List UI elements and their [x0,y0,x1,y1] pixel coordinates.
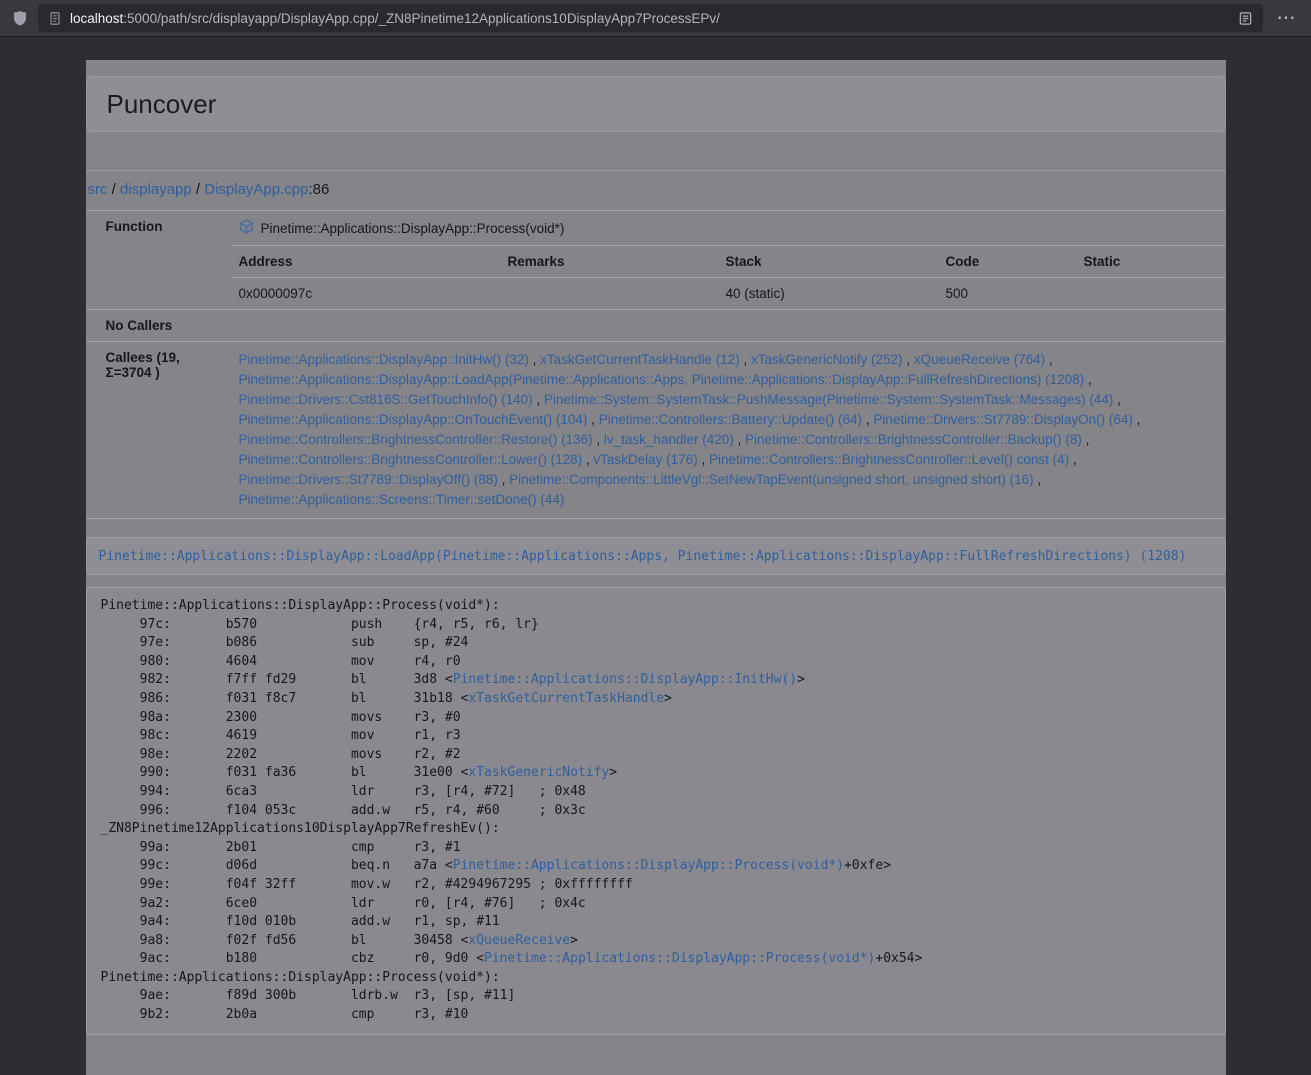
asm-line: 97c: b570 push {r4, r5, r6, lr} [101,616,1211,635]
callees-list: Pinetime::Applications::DisplayApp::Init… [231,342,1226,518]
breadcrumb: src / displayapp / DisplayApp.cpp:86 [86,181,1226,198]
cell-value: 40 (static) [718,278,938,309]
breadcrumb-link[interactable]: displayapp [120,181,192,198]
page-title: Puncover [107,90,1205,118]
asm-line: Pinetime::Applications::DisplayApp::Proc… [101,969,1211,988]
function-table: Function Pinetime::Applications::Display… [86,210,1226,519]
asm-line: 99a: 2b01 cmp r3, #1 [101,839,1211,858]
cell-value: 500 [938,278,1076,309]
column-header: Stack [718,246,938,277]
no-callers-row: No Callers [86,309,1226,341]
cell-value [500,278,718,309]
empty-label [86,245,231,309]
overflow-menu-icon[interactable]: ⋯ [1273,9,1299,28]
address-table-header: AddressRemarksStackCodeStatic [231,245,1226,277]
breadcrumb-link[interactable]: src [88,181,108,198]
code-symbol-link[interactable]: Pinetime::Applications::DisplayApp::Init… [453,672,797,687]
function-row-label: Function [86,211,231,245]
asm-line: 98c: 4619 mov r1, r3 [101,727,1211,746]
callees-row: Callees (19, Σ=3704 ) Pinetime::Applicat… [86,341,1226,518]
callee-link[interactable]: Pinetime::Controllers::BrightnessControl… [745,432,1082,447]
url-host: localhost [70,11,123,26]
callee-link[interactable]: xQueueReceive (764) [914,352,1045,367]
breadcrumb-link[interactable]: DisplayApp.cpp [204,181,308,198]
asm-line: 98a: 2300 movs r3, #0 [101,709,1211,728]
content-container: Puncover src / displayapp / DisplayApp.c… [86,60,1226,1075]
page-background: Puncover src / displayapp / DisplayApp.c… [0,60,1311,1021]
callee-link[interactable]: Pinetime::Applications::DisplayApp::Init… [239,352,529,367]
callee-link[interactable]: xTaskGetCurrentTaskHandle (12) [540,352,740,367]
asm-line: 98e: 2202 movs r2, #2 [101,746,1211,765]
column-header: Remarks [500,246,718,277]
code-symbol-link[interactable]: xTaskGetCurrentTaskHandle [468,691,664,706]
url-path: :5000/path/src/displayapp/DisplayApp.cpp… [123,11,720,26]
asm-line: 9b2: 2b0a cmp r3, #10 [101,1006,1211,1025]
column-header: Address [231,246,500,277]
callee-link[interactable]: Pinetime::Drivers::St7789::DisplayOff() … [239,472,498,487]
no-callers-label: No Callers [86,310,231,341]
callee-link[interactable]: xTaskGenericNotify (252) [751,352,903,367]
code-symbol-link[interactable]: xQueueReceive [468,933,570,948]
symbol-panel-link[interactable]: Pinetime::Applications::DisplayApp::Load… [99,549,1187,564]
asm-line: 97e: b086 sub sp, #24 [101,634,1211,653]
callee-link[interactable]: Pinetime::Applications::Screens::Timer::… [239,492,565,507]
divider [86,170,1226,171]
breadcrumb-line-number: :86 [308,181,329,198]
asm-line: 99e: f04f 32ff mov.w r2, #4294967295 ; 0… [101,876,1211,895]
no-callers-cell [231,310,1226,341]
code-symbol-link[interactable]: Pinetime::Applications::DisplayApp::Proc… [484,951,875,966]
callee-link[interactable]: Pinetime::Controllers::Battery::Update()… [599,412,862,427]
asm-line: 9ac: b180 cbz r0, 9d0 <Pinetime::Applica… [101,950,1211,969]
callee-link[interactable]: Pinetime::Drivers::Cst816S::GetTouchInfo… [239,392,533,407]
address-table-values: 0x0000097c 40 (static)500 [231,277,1226,309]
asm-line: 982: f7ff fd29 bl 3d8 <Pinetime::Applica… [101,671,1211,690]
callees-label: Callees (19, Σ=3704 ) [86,342,231,518]
page-title-box: Puncover [86,76,1226,132]
callee-link[interactable]: vTaskDelay (176) [593,452,697,467]
callee-link[interactable]: lv_task_handler (420) [604,432,734,447]
asm-line: Pinetime::Applications::DisplayApp::Proc… [101,597,1211,616]
asm-line: 986: f031 f8c7 bl 31b18 <xTaskGetCurrent… [101,690,1211,709]
asm-line: 99c: d06d beq.n a7a <Pinetime::Applicati… [101,857,1211,876]
symbol-panel: Pinetime::Applications::DisplayApp::Load… [86,537,1226,575]
asm-line: 9a4: f10d 010b add.w r1, sp, #11 [101,913,1211,932]
callee-link[interactable]: Pinetime::Applications::DisplayApp::Load… [239,372,1085,387]
asm-line: 980: 4604 mov r4, r0 [101,653,1211,672]
callee-link[interactable]: Pinetime::Drivers::St7789::DisplayOn() (… [873,412,1133,427]
function-name-cell: Pinetime::Applications::DisplayApp::Proc… [231,211,1226,245]
column-header: Static [1076,246,1226,277]
address-table-row: AddressRemarksStackCodeStatic 0x0000097c… [86,245,1226,309]
column-header: Code [938,246,1076,277]
callee-link[interactable]: Pinetime::System::SystemTask::PushMessag… [544,392,1113,407]
url-bar[interactable]: localhost:5000/path/src/displayapp/Displ… [38,4,1263,32]
assembly-code: Pinetime::Applications::DisplayApp::Proc… [86,587,1226,1035]
asm-line: _ZN8Pinetime12Applications10DisplayApp7R… [101,820,1211,839]
callee-link[interactable]: Pinetime::Controllers::BrightnessControl… [239,432,593,447]
code-symbol-link[interactable]: Pinetime::Applications::DisplayApp::Proc… [453,858,844,873]
callee-link[interactable]: Pinetime::Controllers::BrightnessControl… [239,452,583,467]
cell-value: 0x0000097c [231,278,500,309]
browser-toolbar: localhost:5000/path/src/displayapp/Displ… [0,0,1311,37]
callee-link[interactable]: Pinetime::Controllers::BrightnessControl… [709,452,1069,467]
function-icon [239,219,254,237]
address-table: AddressRemarksStackCodeStatic 0x0000097c… [231,245,1226,309]
function-row: Function Pinetime::Applications::Display… [86,211,1226,245]
callee-link[interactable]: Pinetime::Applications::DisplayApp::OnTo… [239,412,588,427]
callee-link[interactable]: Pinetime::Components::LittleVgl::SetNewT… [509,472,1034,487]
asm-line: 9a8: f02f fd56 bl 30458 <xQueueReceive> [101,932,1211,951]
page-info-icon[interactable] [48,11,62,26]
asm-line: 996: f104 053c add.w r5, r4, #60 ; 0x3c [101,802,1211,821]
code-symbol-link[interactable]: xTaskGenericNotify [468,765,609,780]
function-name: Pinetime::Applications::DisplayApp::Proc… [261,221,565,236]
asm-line: 9ae: f89d 300b ldrb.w r3, [sp, #11] [101,987,1211,1006]
url-text: localhost:5000/path/src/displayapp/Displ… [70,11,1230,26]
asm-line: 9a2: 6ce0 ldr r0, [r4, #76] ; 0x4c [101,895,1211,914]
asm-line: 990: f031 fa36 bl 31e00 <xTaskGenericNot… [101,764,1211,783]
asm-line: 994: 6ca3 ldr r3, [r4, #72] ; 0x48 [101,783,1211,802]
cell-value [1076,278,1226,309]
tracking-protection-shield-icon[interactable] [12,10,28,26]
reader-view-icon[interactable] [1238,11,1253,26]
